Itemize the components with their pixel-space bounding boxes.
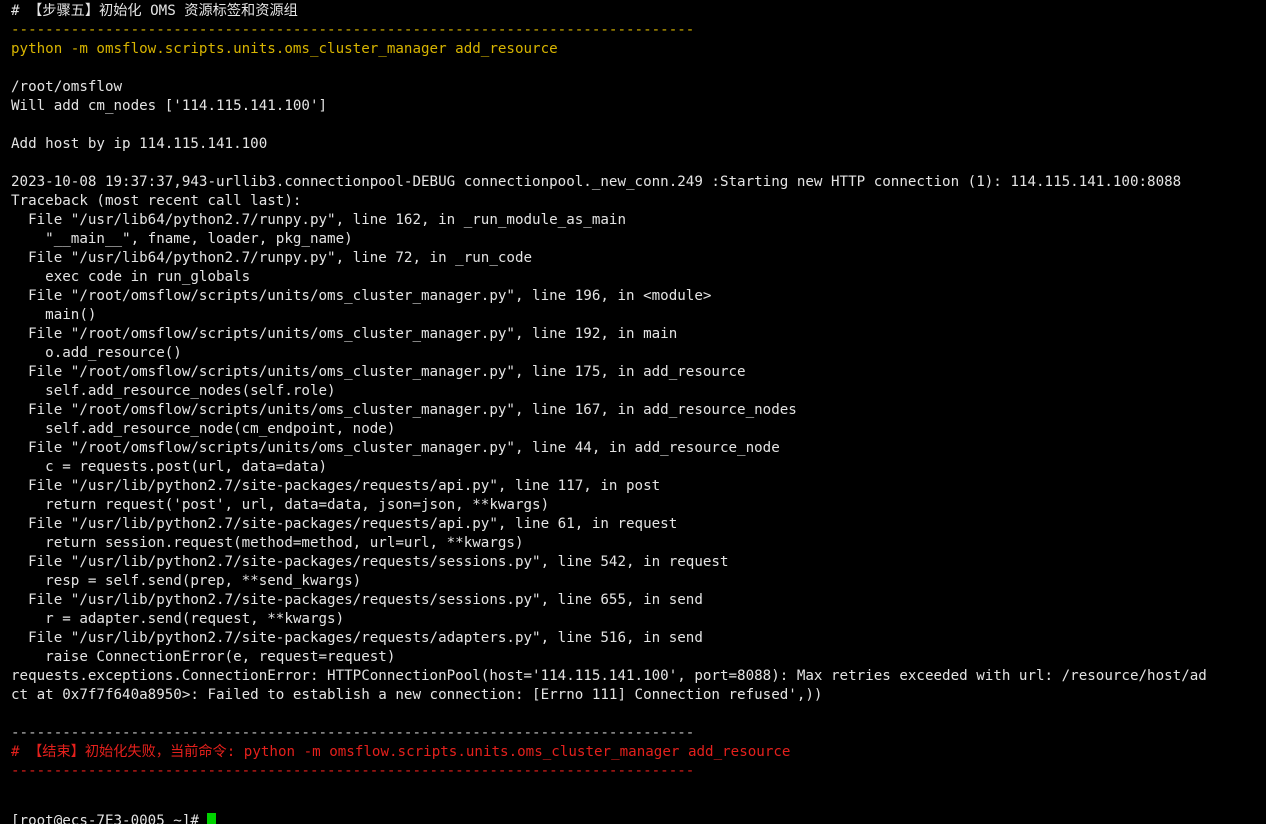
terminal-line: /root/omsflow <box>11 79 123 95</box>
shell-prompt[interactable]: [root@ecs-7E3-0005 ~]# <box>11 812 217 824</box>
terminal-line: resp = self.send(prep, **send_kwargs) <box>11 573 362 589</box>
terminal-line: File "/root/omsflow/scripts/units/oms_cl… <box>11 326 678 342</box>
terminal-window[interactable]: # 【步骤五】初始化 OMS 资源标签和资源组 -----------------… <box>0 0 1266 824</box>
terminal-line: File "/usr/lib64/python2.7/runpy.py", li… <box>11 250 533 266</box>
terminal-line: File "/usr/lib/python2.7/site-packages/r… <box>11 478 661 494</box>
terminal-line: ----------------------------------------… <box>11 22 695 38</box>
terminal-line: Add host by ip 114.115.141.100 <box>11 136 268 152</box>
terminal-line: return session.request(method=method, ur… <box>11 535 524 551</box>
terminal-line: self.add_resource_node(cm_endpoint, node… <box>11 421 396 437</box>
terminal-line: File "/root/omsflow/scripts/units/oms_cl… <box>11 440 780 456</box>
terminal-line: c = requests.post(url, data=data) <box>11 459 328 475</box>
terminal-line: Will add cm_nodes ['114.115.141.100'] <box>11 98 328 114</box>
terminal-line: requests.exceptions.ConnectionError: HTT… <box>11 668 1207 684</box>
terminal-line: r = adapter.send(request, **kwargs) <box>11 611 345 627</box>
terminal-line: self.add_resource_nodes(self.role) <box>11 383 336 399</box>
terminal-line: File "/usr/lib/python2.7/site-packages/r… <box>11 592 703 608</box>
terminal-line: main() <box>11 307 97 323</box>
terminal-line: ct at 0x7f7f640a8950>: Failed to establi… <box>11 687 823 703</box>
terminal-line: File "/usr/lib/python2.7/site-packages/r… <box>11 554 729 570</box>
terminal-line: exec code in run_globals <box>11 269 251 285</box>
terminal-output: # 【步骤五】初始化 OMS 资源标签和资源组 -----------------… <box>11 2 1266 781</box>
terminal-line: # 【步骤五】初始化 OMS 资源标签和资源组 <box>11 3 298 19</box>
terminal-line: File "/usr/lib/python2.7/site-packages/r… <box>11 630 703 646</box>
terminal-line: File "/root/omsflow/scripts/units/oms_cl… <box>11 402 797 418</box>
terminal-line: Traceback (most recent call last): <box>11 193 302 209</box>
terminal-line: return request('post', url, data=data, j… <box>11 497 550 513</box>
prompt-text: [root@ecs-7E3-0005 ~]# <box>11 813 208 824</box>
terminal-line: 2023-10-08 19:37:37,943-urllib3.connecti… <box>11 174 1182 190</box>
terminal-line: ----------------------------------------… <box>11 763 695 779</box>
terminal-line: python -m omsflow.scripts.units.oms_clus… <box>11 41 558 57</box>
terminal-line: File "/usr/lib64/python2.7/runpy.py", li… <box>11 212 626 228</box>
terminal-line: File "/root/omsflow/scripts/units/oms_cl… <box>11 288 712 304</box>
terminal-line: o.add_resource() <box>11 345 182 361</box>
terminal-line: raise ConnectionError(e, request=request… <box>11 649 396 665</box>
terminal-line: File "/root/omsflow/scripts/units/oms_cl… <box>11 364 746 380</box>
text-cursor <box>207 813 217 824</box>
terminal-line: # 【结束】初始化失败，当前命令: python -m omsflow.scri… <box>11 744 791 760</box>
terminal-line: ----------------------------------------… <box>11 725 695 741</box>
terminal-line: "__main__", fname, loader, pkg_name) <box>11 231 353 247</box>
terminal-line: File "/usr/lib/python2.7/site-packages/r… <box>11 516 678 532</box>
